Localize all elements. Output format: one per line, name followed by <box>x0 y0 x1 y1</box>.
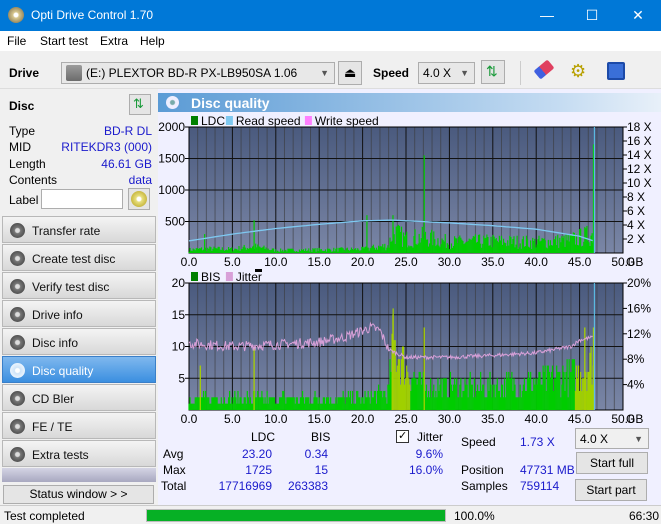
y2-tick-label: 16% <box>627 301 651 315</box>
y2-tick-label: 16 X <box>627 134 652 148</box>
bis-jitter-chart: 0.0 5.0 10.0 15.0 20.0 25.0 30.0 35.0 40.0 45.0 50… <box>172 269 651 426</box>
x-tick-label: 5.0 <box>224 255 241 269</box>
start-part-button[interactable]: Start part <box>575 479 647 501</box>
legend-swatch <box>191 272 198 281</box>
position-value: 47731 MB <box>520 463 575 477</box>
legend-swatch <box>191 116 198 125</box>
jitter-avg: 9.6% <box>415 447 443 461</box>
ldc-max: 1725 <box>245 463 272 477</box>
x-tick-label: 40.0 <box>525 412 549 426</box>
y-tick-label: 1000 <box>158 183 185 197</box>
x-tick-label: 25.0 <box>394 412 418 426</box>
x-axis-unit: GB <box>626 255 643 269</box>
start-full-button[interactable]: Start full <box>576 452 648 474</box>
legend-swatch <box>225 116 233 125</box>
legend-label: Jitter <box>236 270 262 284</box>
jitter-checkbox[interactable]: ✓ <box>396 430 409 443</box>
stats-col-bis: BIS <box>311 430 331 444</box>
legend-swatch <box>225 272 233 281</box>
stats-col-ldc: LDC <box>251 430 276 444</box>
x-tick-label: 0.0 <box>181 412 198 426</box>
y2-tick-label: 20% <box>627 276 651 290</box>
stats-row-max: Max <box>163 463 186 477</box>
y2-tick-label: 18 X <box>627 120 652 134</box>
test-speed-value: 4.0 X <box>580 432 609 446</box>
ldc-total: 17716969 <box>218 479 272 493</box>
y-tick-label: 15 <box>172 308 186 322</box>
stats-row-avg: Avg <box>163 447 184 461</box>
y2-tick-label: 12% <box>627 327 651 341</box>
legend-marker <box>255 269 262 272</box>
y-tick-label: 20 <box>172 276 186 290</box>
y2-tick-label: 10 X <box>627 176 652 190</box>
stats-row-total: Total <box>161 479 187 493</box>
y2-tick-label: 4% <box>627 378 645 392</box>
ldc-chart: 0.0 5.0 10.0 15.0 20.0 25.0 30.0 35.0 40.0 45.0 50… <box>158 114 651 269</box>
x-tick-label: 35.0 <box>481 255 505 269</box>
x-tick-label: 20.0 <box>351 255 375 269</box>
y2-tick-label: 12 X <box>627 162 652 176</box>
progress-fill <box>147 510 445 521</box>
progress-text: 100.0% <box>454 509 495 523</box>
elapsed-time: 66:30 <box>629 509 660 523</box>
bis-total: 263383 <box>287 479 328 493</box>
y2-tick-label: 6 X <box>627 204 645 218</box>
legend-swatch <box>304 116 312 125</box>
x-tick-label: 25.0 <box>394 255 418 269</box>
charts-svg: 0.0 5.0 10.0 15.0 20.0 25.0 30.0 35.0 40.0 45.0 50… <box>158 114 651 426</box>
x-tick-label: 0.0 <box>181 255 198 269</box>
bis-avg: 0.34 <box>304 447 328 461</box>
status-bar: Test completed 100.0% 66:30 <box>0 505 661 524</box>
x-tick-label: 10.0 <box>264 412 288 426</box>
x-tick-label: 45.0 <box>568 255 592 269</box>
x-tick-label: 15.0 <box>308 255 332 269</box>
x-tick-label: 20.0 <box>351 412 375 426</box>
bis-max: 15 <box>314 463 328 477</box>
y-tick-label: 2000 <box>158 120 185 134</box>
x-tick-label: 40.0 <box>525 255 549 269</box>
position-label: Position <box>461 463 504 477</box>
status-text: Test completed <box>4 509 85 523</box>
legend-label: LDC <box>201 114 225 128</box>
chevron-down-icon: ▼ <box>634 434 643 444</box>
ldc-avg: 23.20 <box>241 447 272 461</box>
x-tick-label: 5.0 <box>224 412 241 426</box>
y2-tick-label: 2 X <box>627 232 645 246</box>
samples-label: Samples <box>461 479 508 493</box>
speed-value: 1.73 X <box>520 435 555 449</box>
x-tick-label: 10.0 <box>264 255 288 269</box>
y-tick-label: 1500 <box>158 152 185 166</box>
y2-tick-label: 4 X <box>627 218 645 232</box>
progress-bar <box>146 509 446 522</box>
jitter-max: 16.0% <box>408 463 443 477</box>
x-tick-label: 45.0 <box>568 412 592 426</box>
y2-tick-label: 8% <box>627 352 645 366</box>
y2-tick-label: 8 X <box>627 190 645 204</box>
speed-label: Speed <box>461 435 496 449</box>
samples-value: 759114 <box>520 479 560 493</box>
legend-label: BIS <box>201 270 220 284</box>
jitter-label: Jitter <box>417 430 444 444</box>
legend-label: Write speed <box>315 114 379 128</box>
checkmark-icon: ✓ <box>398 430 408 442</box>
x-tick-label: 30.0 <box>438 255 462 269</box>
x-tick-label: 30.0 <box>438 412 462 426</box>
y2-tick-label: 14 X <box>627 148 652 162</box>
test-speed-select[interactable]: 4.0 X ▼ <box>575 428 649 449</box>
legend-label: Read speed <box>236 114 301 128</box>
x-axis-unit: GB <box>626 412 643 426</box>
x-tick-label: 15.0 <box>308 412 332 426</box>
y-tick-label: 10 <box>172 340 186 354</box>
x-tick-label: 35.0 <box>481 412 505 426</box>
y-tick-label: 500 <box>165 215 185 229</box>
y-tick-label: 5 <box>178 371 185 385</box>
